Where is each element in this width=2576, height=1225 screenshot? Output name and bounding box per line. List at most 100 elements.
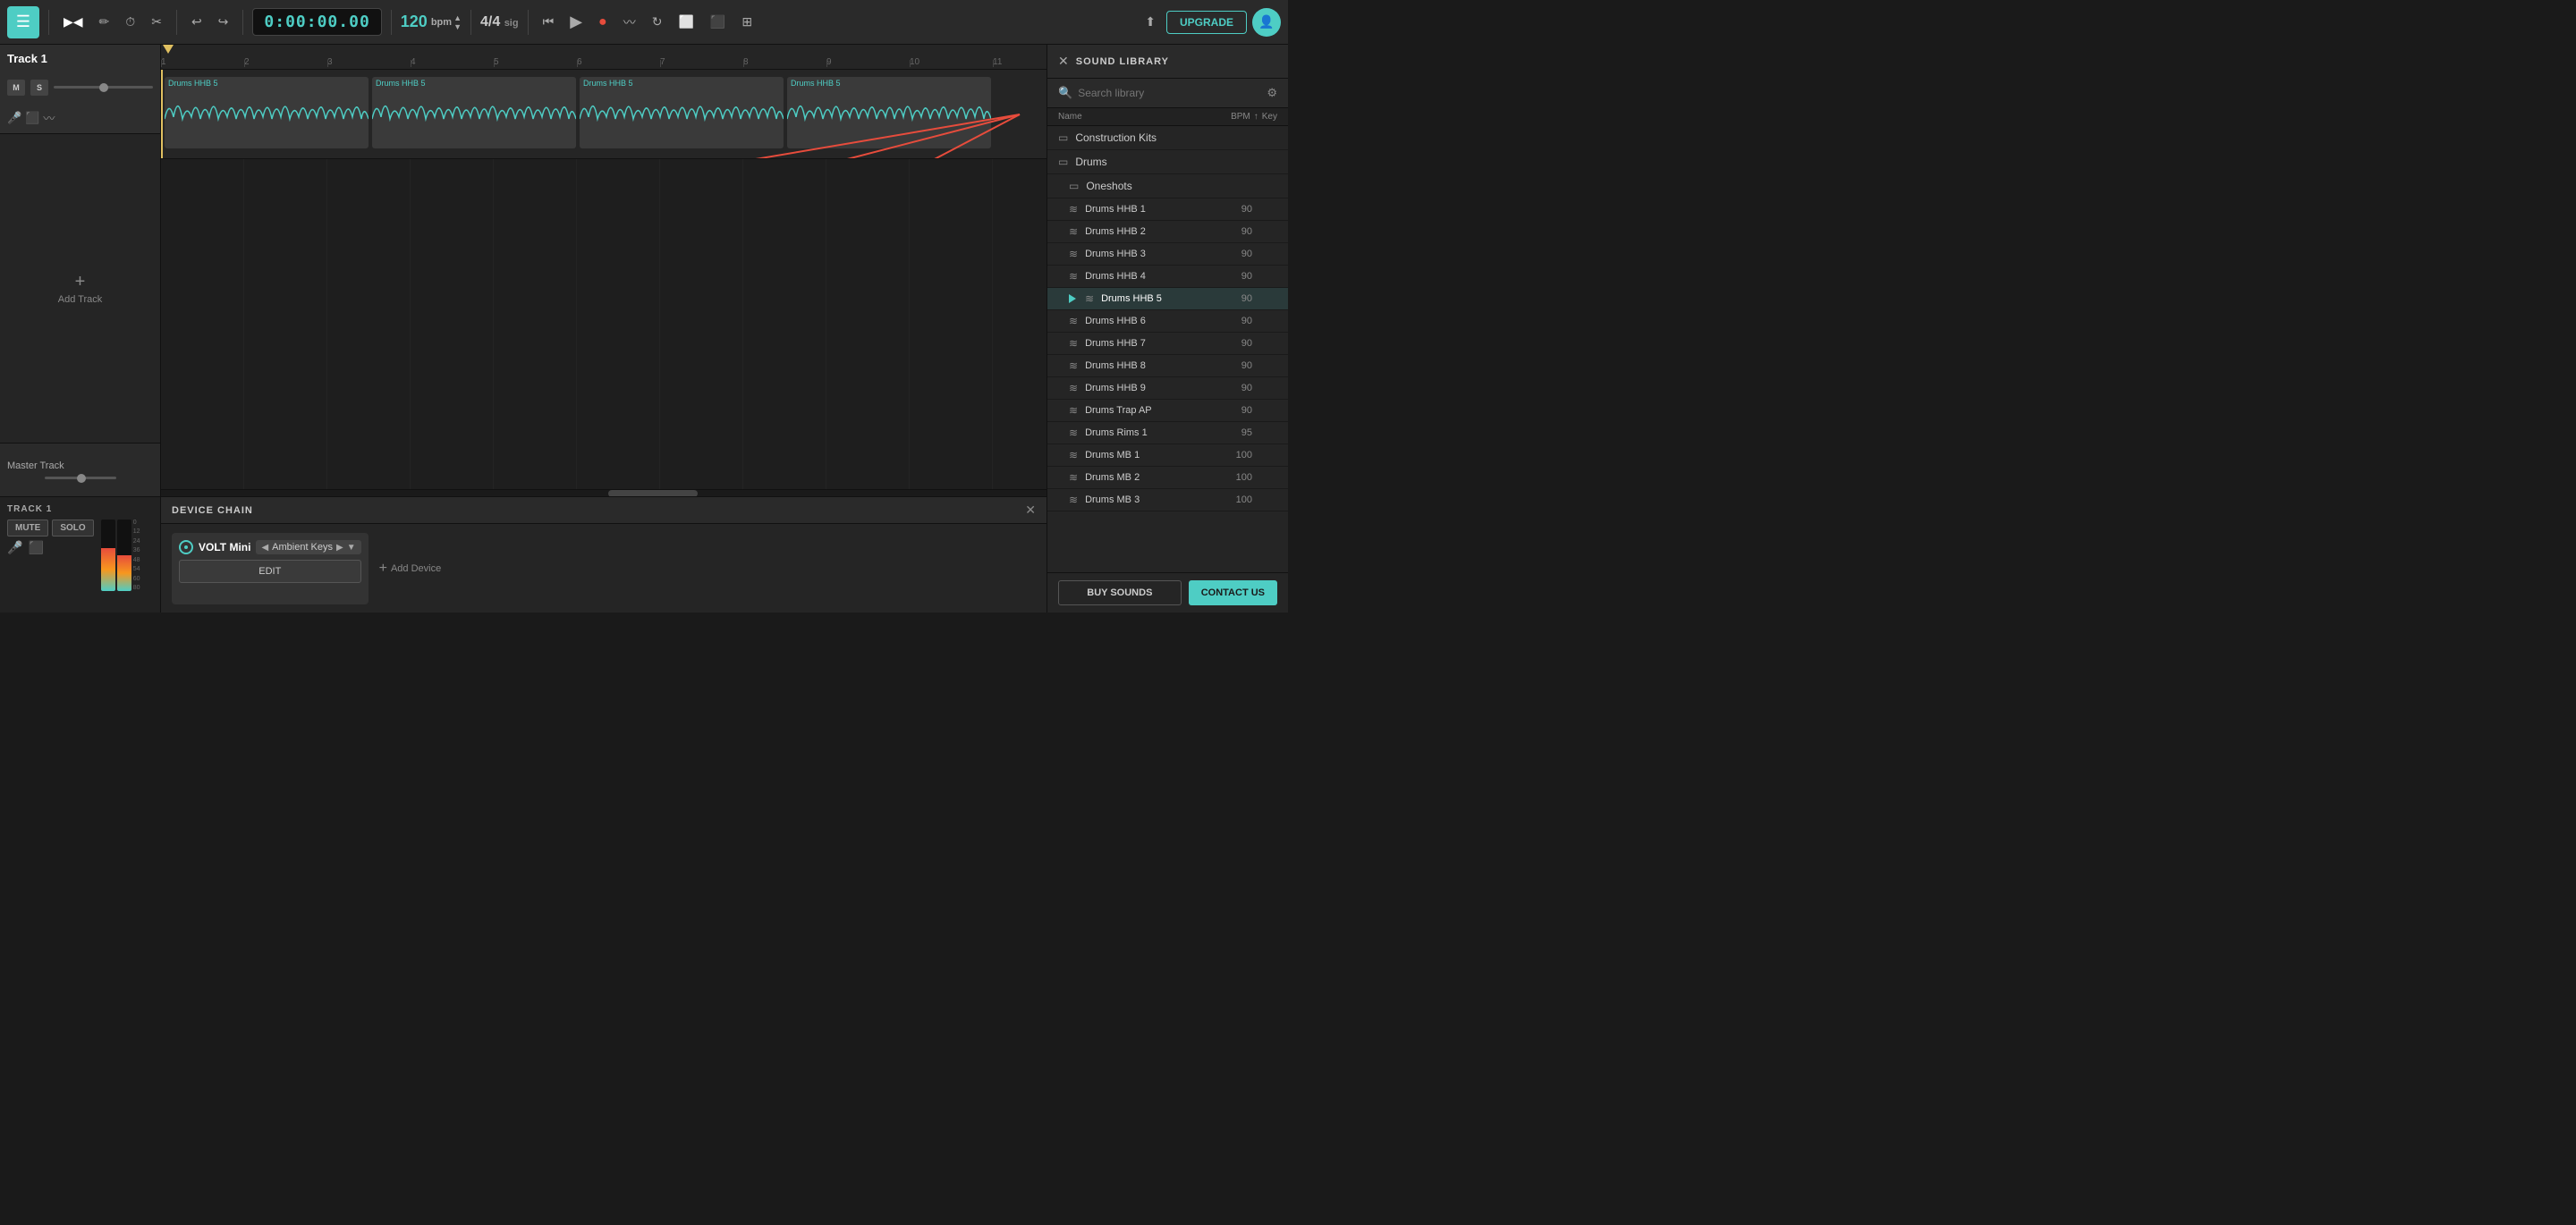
library-close-button[interactable]: ✕ bbox=[1058, 54, 1069, 69]
divider2 bbox=[176, 10, 177, 35]
device-power-button[interactable] bbox=[179, 540, 193, 554]
list-item-13[interactable]: ≋ Drums MB 2 100 bbox=[1047, 467, 1288, 489]
bpm-arrows[interactable]: ▲▼ bbox=[453, 13, 462, 31]
pencil-tool[interactable]: ✏ bbox=[94, 11, 115, 33]
bottom-solo-btn[interactable]: SOLO bbox=[52, 520, 93, 536]
add-track-plus[interactable]: + bbox=[75, 273, 86, 291]
track1-eq-icon[interactable]: ⬛ bbox=[25, 111, 39, 125]
library-columns: Name BPM ↑ Key bbox=[1047, 108, 1288, 126]
list-item-1[interactable]: ≋ Drums HHB 1 90 bbox=[1047, 199, 1288, 221]
track1-mic-icon[interactable]: 🎤 bbox=[7, 111, 21, 125]
left-meter-fill bbox=[101, 548, 115, 591]
h-scrollbar[interactable] bbox=[161, 489, 1046, 496]
buy-sounds-button[interactable]: BUY SOUNDS bbox=[1058, 580, 1182, 605]
preset-right-arrow[interactable]: ▶ bbox=[336, 543, 343, 553]
list-item-7[interactable]: ≋ Drums HHB 7 90 bbox=[1047, 333, 1288, 355]
folder-construction-kits[interactable]: ▭ Construction Kits bbox=[1047, 126, 1288, 150]
list-item-8[interactable]: ≋ Drums HHB 8 90 bbox=[1047, 355, 1288, 377]
bottom-eq-icon[interactable]: ⬛ bbox=[28, 540, 43, 555]
item-bpm-11: 95 bbox=[1225, 427, 1252, 438]
master-volume[interactable] bbox=[45, 477, 116, 479]
waveform-icon-13: ≋ bbox=[1069, 471, 1078, 484]
device-chain-close[interactable]: ✕ bbox=[1025, 503, 1036, 518]
list-item-3[interactable]: ≋ Drums HHB 3 90 bbox=[1047, 243, 1288, 266]
device-chain-title: DEVICE CHAIN bbox=[172, 505, 253, 516]
device-preset[interactable]: ◀ Ambient Keys ▶ ▼ bbox=[256, 540, 360, 554]
add-device-plus-icon: + bbox=[379, 561, 387, 577]
device-chain-header: DEVICE CHAIN ✕ bbox=[161, 497, 1046, 524]
undo-button[interactable]: ↩ bbox=[186, 11, 208, 33]
contact-us-button[interactable]: CONTACT US bbox=[1189, 580, 1277, 605]
device-edit-button[interactable]: EDIT bbox=[179, 560, 361, 583]
list-item-2[interactable]: ≋ Drums HHB 2 90 bbox=[1047, 221, 1288, 243]
track1-name: Track 1 bbox=[7, 52, 153, 65]
preset-dropdown[interactable]: ▼ bbox=[347, 543, 356, 553]
plugin-button[interactable]: ⬛ bbox=[705, 11, 731, 33]
list-item-14[interactable]: ≋ Drums MB 3 100 bbox=[1047, 489, 1288, 511]
waveform-icon-5: ≋ bbox=[1085, 292, 1094, 305]
play-button[interactable]: ▶ bbox=[564, 9, 588, 35]
device-chain-content: VOLT Mini ◀ Ambient Keys ▶ ▼ EDIT + Add … bbox=[161, 524, 1046, 612]
waveform-icon-9: ≋ bbox=[1069, 382, 1078, 394]
folder-name-1: Construction Kits bbox=[1075, 131, 1157, 144]
grid-button[interactable]: ⊞ bbox=[736, 11, 758, 33]
waveform-block-4[interactable]: Drums HHB 5 bbox=[787, 77, 991, 148]
bottom-mic-icon[interactable]: 🎤 bbox=[7, 540, 22, 555]
list-item-4[interactable]: ≋ Drums HHB 4 90 bbox=[1047, 266, 1288, 288]
col-key-label: Key bbox=[1262, 112, 1277, 122]
list-item-12[interactable]: ≋ Drums MB 1 100 bbox=[1047, 444, 1288, 467]
library-search-input[interactable] bbox=[1078, 87, 1261, 99]
device-chain: DEVICE CHAIN ✕ VOLT Mini ◀ Ambient Keys … bbox=[161, 496, 1046, 612]
cursor-tool[interactable]: ▶◀ bbox=[58, 11, 89, 33]
item-bpm-10: 90 bbox=[1225, 405, 1252, 416]
item-name-2: Drums HHB 2 bbox=[1085, 226, 1218, 237]
library-search-bar: 🔍 ⚙ bbox=[1047, 79, 1288, 108]
share-button[interactable]: ⬆ bbox=[1140, 11, 1161, 33]
add-device-button[interactable]: + Add Device bbox=[379, 561, 442, 577]
add-track-area[interactable]: + Add Track bbox=[0, 134, 160, 443]
list-item-5[interactable]: ≋ Drums HHB 5 90 bbox=[1047, 288, 1288, 310]
automation-button[interactable]: 〰 bbox=[618, 10, 641, 35]
track1-volume[interactable] bbox=[54, 86, 153, 89]
export-button[interactable]: ⬜ bbox=[673, 11, 699, 33]
ruler-tick-9 bbox=[826, 60, 827, 67]
list-item-6[interactable]: ≋ Drums HHB 6 90 bbox=[1047, 310, 1288, 333]
item-bpm-14: 100 bbox=[1225, 494, 1252, 505]
track1-graph-icon[interactable]: 〰 bbox=[43, 109, 55, 126]
folder-drums[interactable]: ▭ Drums bbox=[1047, 150, 1288, 174]
master-track-name: Master Track bbox=[7, 460, 153, 471]
preset-left-arrow[interactable]: ◀ bbox=[261, 543, 268, 553]
waveform-block-1[interactable]: Drums HHB 5 bbox=[165, 77, 369, 148]
item-name-9: Drums HHB 9 bbox=[1085, 383, 1218, 393]
upgrade-button[interactable]: UPGRADE bbox=[1166, 11, 1247, 34]
library-filter-button[interactable]: ⚙ bbox=[1267, 86, 1277, 100]
item-name-10: Drums Trap AP bbox=[1085, 405, 1218, 416]
track1-mute[interactable]: M bbox=[7, 80, 25, 96]
waveform-label-4: Drums HHB 5 bbox=[787, 77, 844, 89]
item-bpm-8: 90 bbox=[1225, 360, 1252, 371]
track1-solo[interactable]: S bbox=[30, 80, 48, 96]
menu-button[interactable]: ☰ bbox=[7, 6, 39, 38]
loop-button[interactable]: ↻ bbox=[647, 11, 668, 33]
folder-icon-2: ▭ bbox=[1058, 156, 1068, 168]
waveform-svg-2 bbox=[372, 89, 576, 148]
track1-icons: 🎤 ⬛ 〰 bbox=[7, 109, 153, 126]
folder-oneshots[interactable]: ▭ Oneshots bbox=[1047, 174, 1288, 199]
scissors-tool[interactable]: ✂ bbox=[146, 11, 167, 33]
list-item-10[interactable]: ≋ Drums Trap AP 90 bbox=[1047, 400, 1288, 422]
waveform-block-2[interactable]: Drums HHB 5 bbox=[372, 77, 576, 148]
skip-back-button[interactable]: ⏮ bbox=[538, 11, 560, 33]
ruler-marks: 1 2 3 4 5 6 7 8 9 10 11 bbox=[161, 45, 1046, 67]
list-item-9[interactable]: ≋ Drums HHB 9 90 bbox=[1047, 377, 1288, 400]
metronome-tool[interactable]: ⏱ bbox=[120, 11, 140, 33]
list-item-11[interactable]: ≋ Drums Rims 1 95 bbox=[1047, 422, 1288, 444]
user-avatar[interactable]: 👤 bbox=[1252, 8, 1281, 37]
track1-content[interactable]: Drums HHB 5 Drums HHB 5 Drums HHB 5 bbox=[161, 70, 1046, 159]
master-track-header: Master Track bbox=[0, 443, 160, 496]
redo-button[interactable]: ↪ bbox=[213, 11, 234, 33]
record-button[interactable]: ● bbox=[593, 11, 613, 34]
bottom-mute-btn[interactable]: MUTE bbox=[7, 520, 48, 536]
waveform-block-3[interactable]: Drums HHB 5 bbox=[580, 77, 784, 148]
divider5 bbox=[470, 10, 471, 35]
col-bpm-label[interactable]: BPM bbox=[1231, 112, 1250, 122]
